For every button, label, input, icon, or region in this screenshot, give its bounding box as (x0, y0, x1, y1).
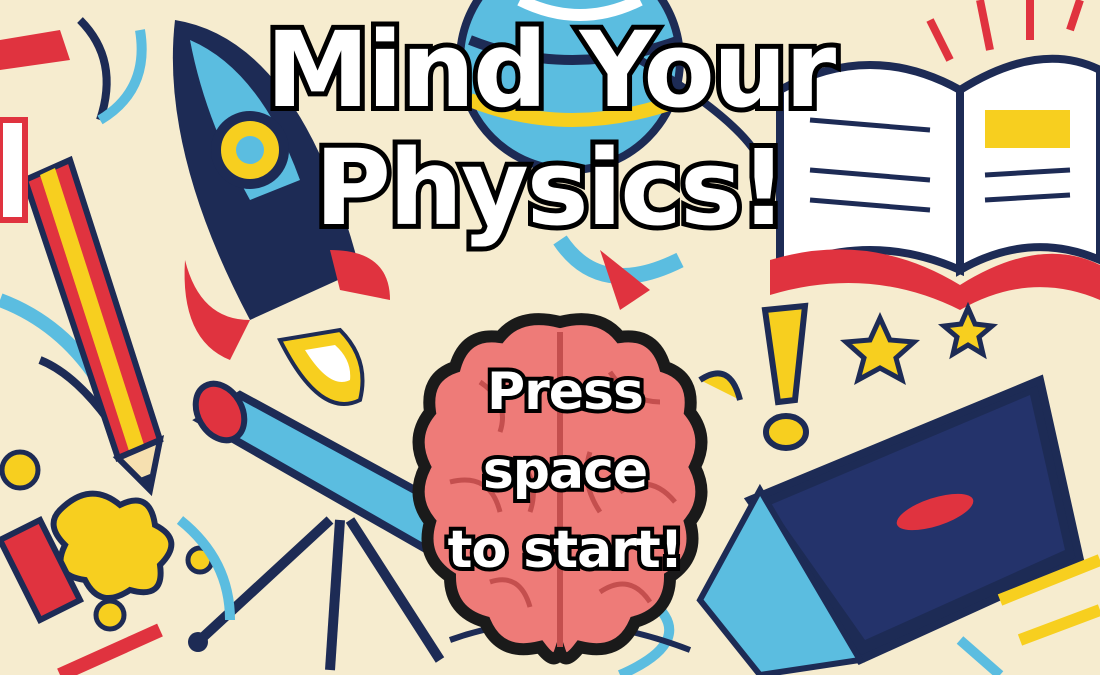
game-title-line-2: Physics! (310, 123, 793, 253)
start-prompt-line-1: Press (483, 358, 648, 426)
start-prompt-line-2: space (479, 437, 652, 505)
title-screen[interactable]: Mind Your Physics! Press space to start! (0, 0, 1100, 675)
game-title-line-1: Mind Your (261, 5, 841, 135)
start-prompt-line-3: to start! (444, 516, 688, 584)
